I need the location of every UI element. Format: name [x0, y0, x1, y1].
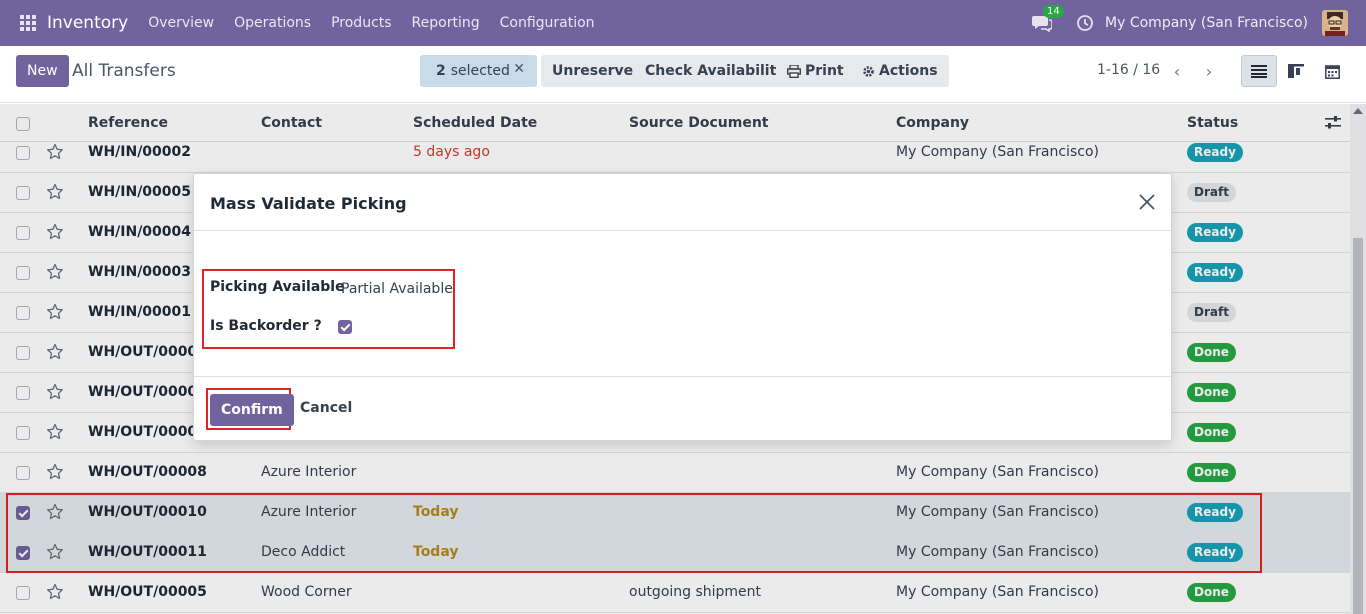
- kanban-view-icon[interactable]: [1278, 55, 1314, 87]
- messages-icon[interactable]: 14: [1032, 5, 1064, 32]
- close-icon[interactable]: [1137, 192, 1157, 212]
- gear-icon: [863, 65, 874, 77]
- actions-label: Actions: [879, 63, 938, 79]
- dialog-title: Mass Validate Picking: [210, 194, 407, 213]
- page-title: All Transfers: [72, 61, 176, 81]
- actions-button[interactable]: Actions: [851, 55, 949, 87]
- messages-badge: 14: [1043, 5, 1064, 18]
- unreserve-button[interactable]: Unreserve: [541, 55, 645, 87]
- menu-reporting[interactable]: Reporting: [402, 15, 490, 31]
- navbar-systray: 14 My Company (San Francisco): [1032, 0, 1348, 46]
- selection-indicator: 2 selected ✕: [420, 55, 537, 87]
- top-navbar: Inventory Overview Operations Products R…: [0, 0, 1366, 46]
- menu-products[interactable]: Products: [321, 15, 401, 31]
- mass-validate-dialog: Mass Validate Picking Picking Available …: [193, 173, 1172, 441]
- is-backorder-checkbox[interactable]: [338, 320, 352, 334]
- new-button[interactable]: New: [16, 55, 69, 87]
- is-backorder-label: Is Backorder ?: [210, 318, 322, 334]
- company-switcher[interactable]: My Company (San Francisco): [1105, 15, 1308, 31]
- apps-menu-icon[interactable]: [14, 9, 42, 37]
- menu-configuration[interactable]: Configuration: [490, 15, 605, 31]
- main-menu: Overview Operations Products Reporting C…: [138, 15, 604, 31]
- activity-clock-icon[interactable]: [1076, 14, 1094, 32]
- dialog-footer: Confirm Cancel: [194, 376, 1171, 440]
- pager-next-icon[interactable]: ›: [1196, 58, 1222, 84]
- dialog-header: Mass Validate Picking: [194, 174, 1171, 231]
- print-button[interactable]: Print: [776, 55, 855, 87]
- list-view-icon[interactable]: [1241, 55, 1277, 87]
- confirm-button[interactable]: Confirm: [210, 394, 294, 426]
- print-icon: [787, 64, 801, 78]
- selected-count: 2: [436, 63, 446, 79]
- calendar-view-icon[interactable]: [1314, 55, 1350, 87]
- pager-value[interactable]: 1-16 / 16: [1097, 62, 1160, 78]
- menu-operations[interactable]: Operations: [224, 15, 321, 31]
- unreserve-label: Unreserve: [552, 63, 634, 79]
- pager-previous-icon[interactable]: ‹: [1164, 58, 1190, 84]
- print-label: Print: [805, 63, 844, 79]
- picking-available-field[interactable]: Partial Available: [341, 281, 453, 297]
- user-avatar[interactable]: [1322, 10, 1348, 36]
- app-name[interactable]: Inventory: [47, 13, 128, 33]
- check-availability-label: Check Availability: [645, 63, 786, 79]
- control-panel: New All Transfers 2 selected ✕ Unreserve…: [0, 46, 1366, 103]
- dialog-body: Picking Available Partial Available Is B…: [194, 232, 1171, 376]
- menu-overview[interactable]: Overview: [138, 15, 224, 31]
- cancel-button[interactable]: Cancel: [300, 400, 352, 416]
- check-availability-button[interactable]: Check Availability: [634, 55, 797, 87]
- clear-selection-icon[interactable]: ✕: [513, 61, 525, 77]
- selected-label: selected: [450, 63, 510, 79]
- picking-available-label: Picking Available: [210, 279, 345, 295]
